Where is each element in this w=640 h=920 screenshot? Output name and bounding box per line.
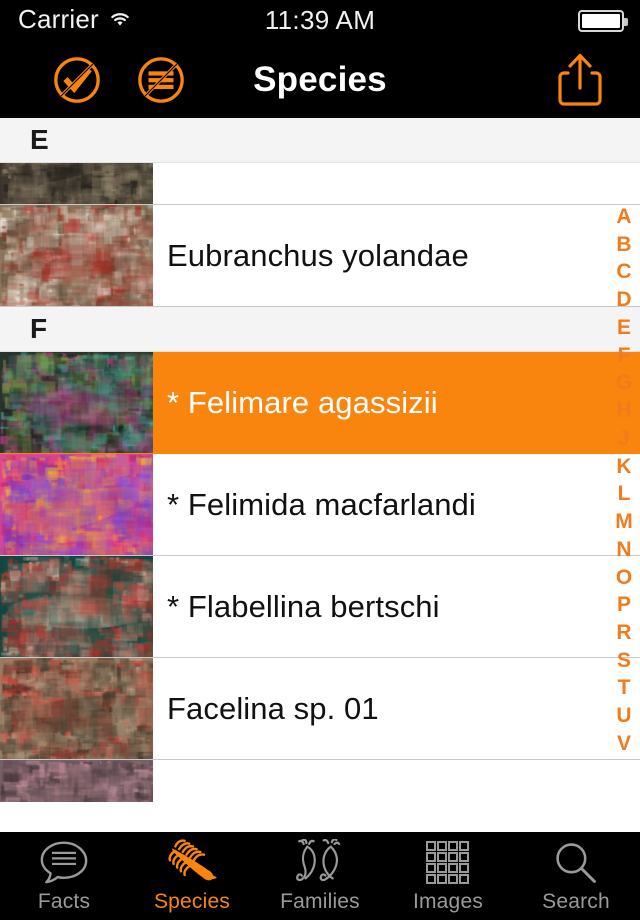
species-row[interactable]: * Felimare agassizii [0,352,640,454]
index-letter-r[interactable]: R [608,622,640,643]
tab-bar: Facts Species Families Images Search [0,832,640,920]
index-letter-u[interactable]: U [608,705,640,726]
battery-fill [582,14,620,28]
species-row[interactable] [0,760,640,802]
no-list-icon[interactable] [136,55,186,105]
index-letter-s[interactable]: S [608,650,640,671]
navigation-bar: Species [0,42,640,118]
tab-images[interactable]: Images [384,832,512,920]
species-name-label: * Flabellina bertschi [167,588,440,624]
tab-facts[interactable]: Facts [0,832,128,920]
index-letter-v[interactable]: V [608,733,640,754]
species-thumbnail [0,205,153,306]
share-icon[interactable] [558,52,602,108]
index-letter-d[interactable]: D [608,289,640,310]
grid-icon [425,838,471,888]
index-letter-p[interactable]: P [608,594,640,615]
index-letter-e[interactable]: E [608,317,640,338]
clock-label: 11:39 AM [264,5,376,35]
tab-label: Search [542,890,610,913]
index-letter-f[interactable]: F [608,345,640,366]
species-list-body: E Eubranchus yolandae F * Felimare agassizi… [0,118,640,802]
species-name-label: * Felimida macfarlandi [167,486,476,522]
index-letter-g[interactable]: G [608,372,640,393]
index-letter-n[interactable]: N [608,539,640,560]
nudibranch-icon [164,838,220,888]
index-letter-c[interactable]: C [608,261,640,282]
index-letter-m[interactable]: M [608,511,640,532]
species-thumbnail [0,658,153,759]
tab-label: Images [412,890,484,913]
index-letter-k[interactable]: K [608,456,640,477]
species-thumbnail [0,454,153,555]
species-row[interactable]: * Flabellina bertschi [0,556,640,658]
tab-label: Facts [37,890,91,913]
tab-label: Families [280,890,360,913]
species-name-label [153,163,640,204]
species-row[interactable]: Eubranchus yolandae [0,205,640,307]
species-row[interactable]: Facelina sp. 01 [0,658,640,760]
tab-families[interactable]: Families [256,832,384,920]
species-name-label [153,760,640,802]
index-letter-o[interactable]: O [608,567,640,588]
index-letter-a[interactable]: A [608,206,640,227]
index-letter-t[interactable]: T [608,677,640,698]
index-letter-l[interactable]: L [608,483,640,504]
species-name-label: Facelina sp. 01 [167,690,379,726]
species-list[interactable]: E Eubranchus yolandae F * Felimare agassizi… [0,118,640,832]
species-thumbnail [0,163,153,204]
tab-label: Species [153,890,231,913]
section-header: E [0,118,640,163]
status-bar: Carrier 11:39 AM [0,0,640,42]
speech-bubble-lines-icon [38,838,90,888]
index-letter-j[interactable]: J [608,428,640,449]
species-thumbnail [0,556,153,657]
tab-search[interactable]: Search [512,832,640,920]
two-nudibranchs-icon [291,838,349,888]
index-letter-h[interactable]: H [608,400,640,421]
tab-species[interactable]: Species [128,832,256,920]
alphabet-index[interactable]: ABCDEFGHJKLMNOPRSTUV [608,206,640,754]
species-row[interactable]: * Felimida macfarlandi [0,454,640,556]
app-root: Carrier 11:39 AM Species E Eubranchus yo… [0,0,640,920]
section-header: F [0,307,640,352]
index-letter-b[interactable]: B [608,234,640,255]
species-thumbnail [0,352,153,453]
species-name-label: * Felimare agassizii [167,384,438,420]
species-name-label: Eubranchus yolandae [167,237,469,273]
no-checkmark-icon[interactable] [52,55,102,105]
magnifier-icon [553,838,599,888]
species-row[interactable] [0,163,640,205]
species-thumbnail [0,760,153,802]
battery-full-icon [578,10,628,32]
